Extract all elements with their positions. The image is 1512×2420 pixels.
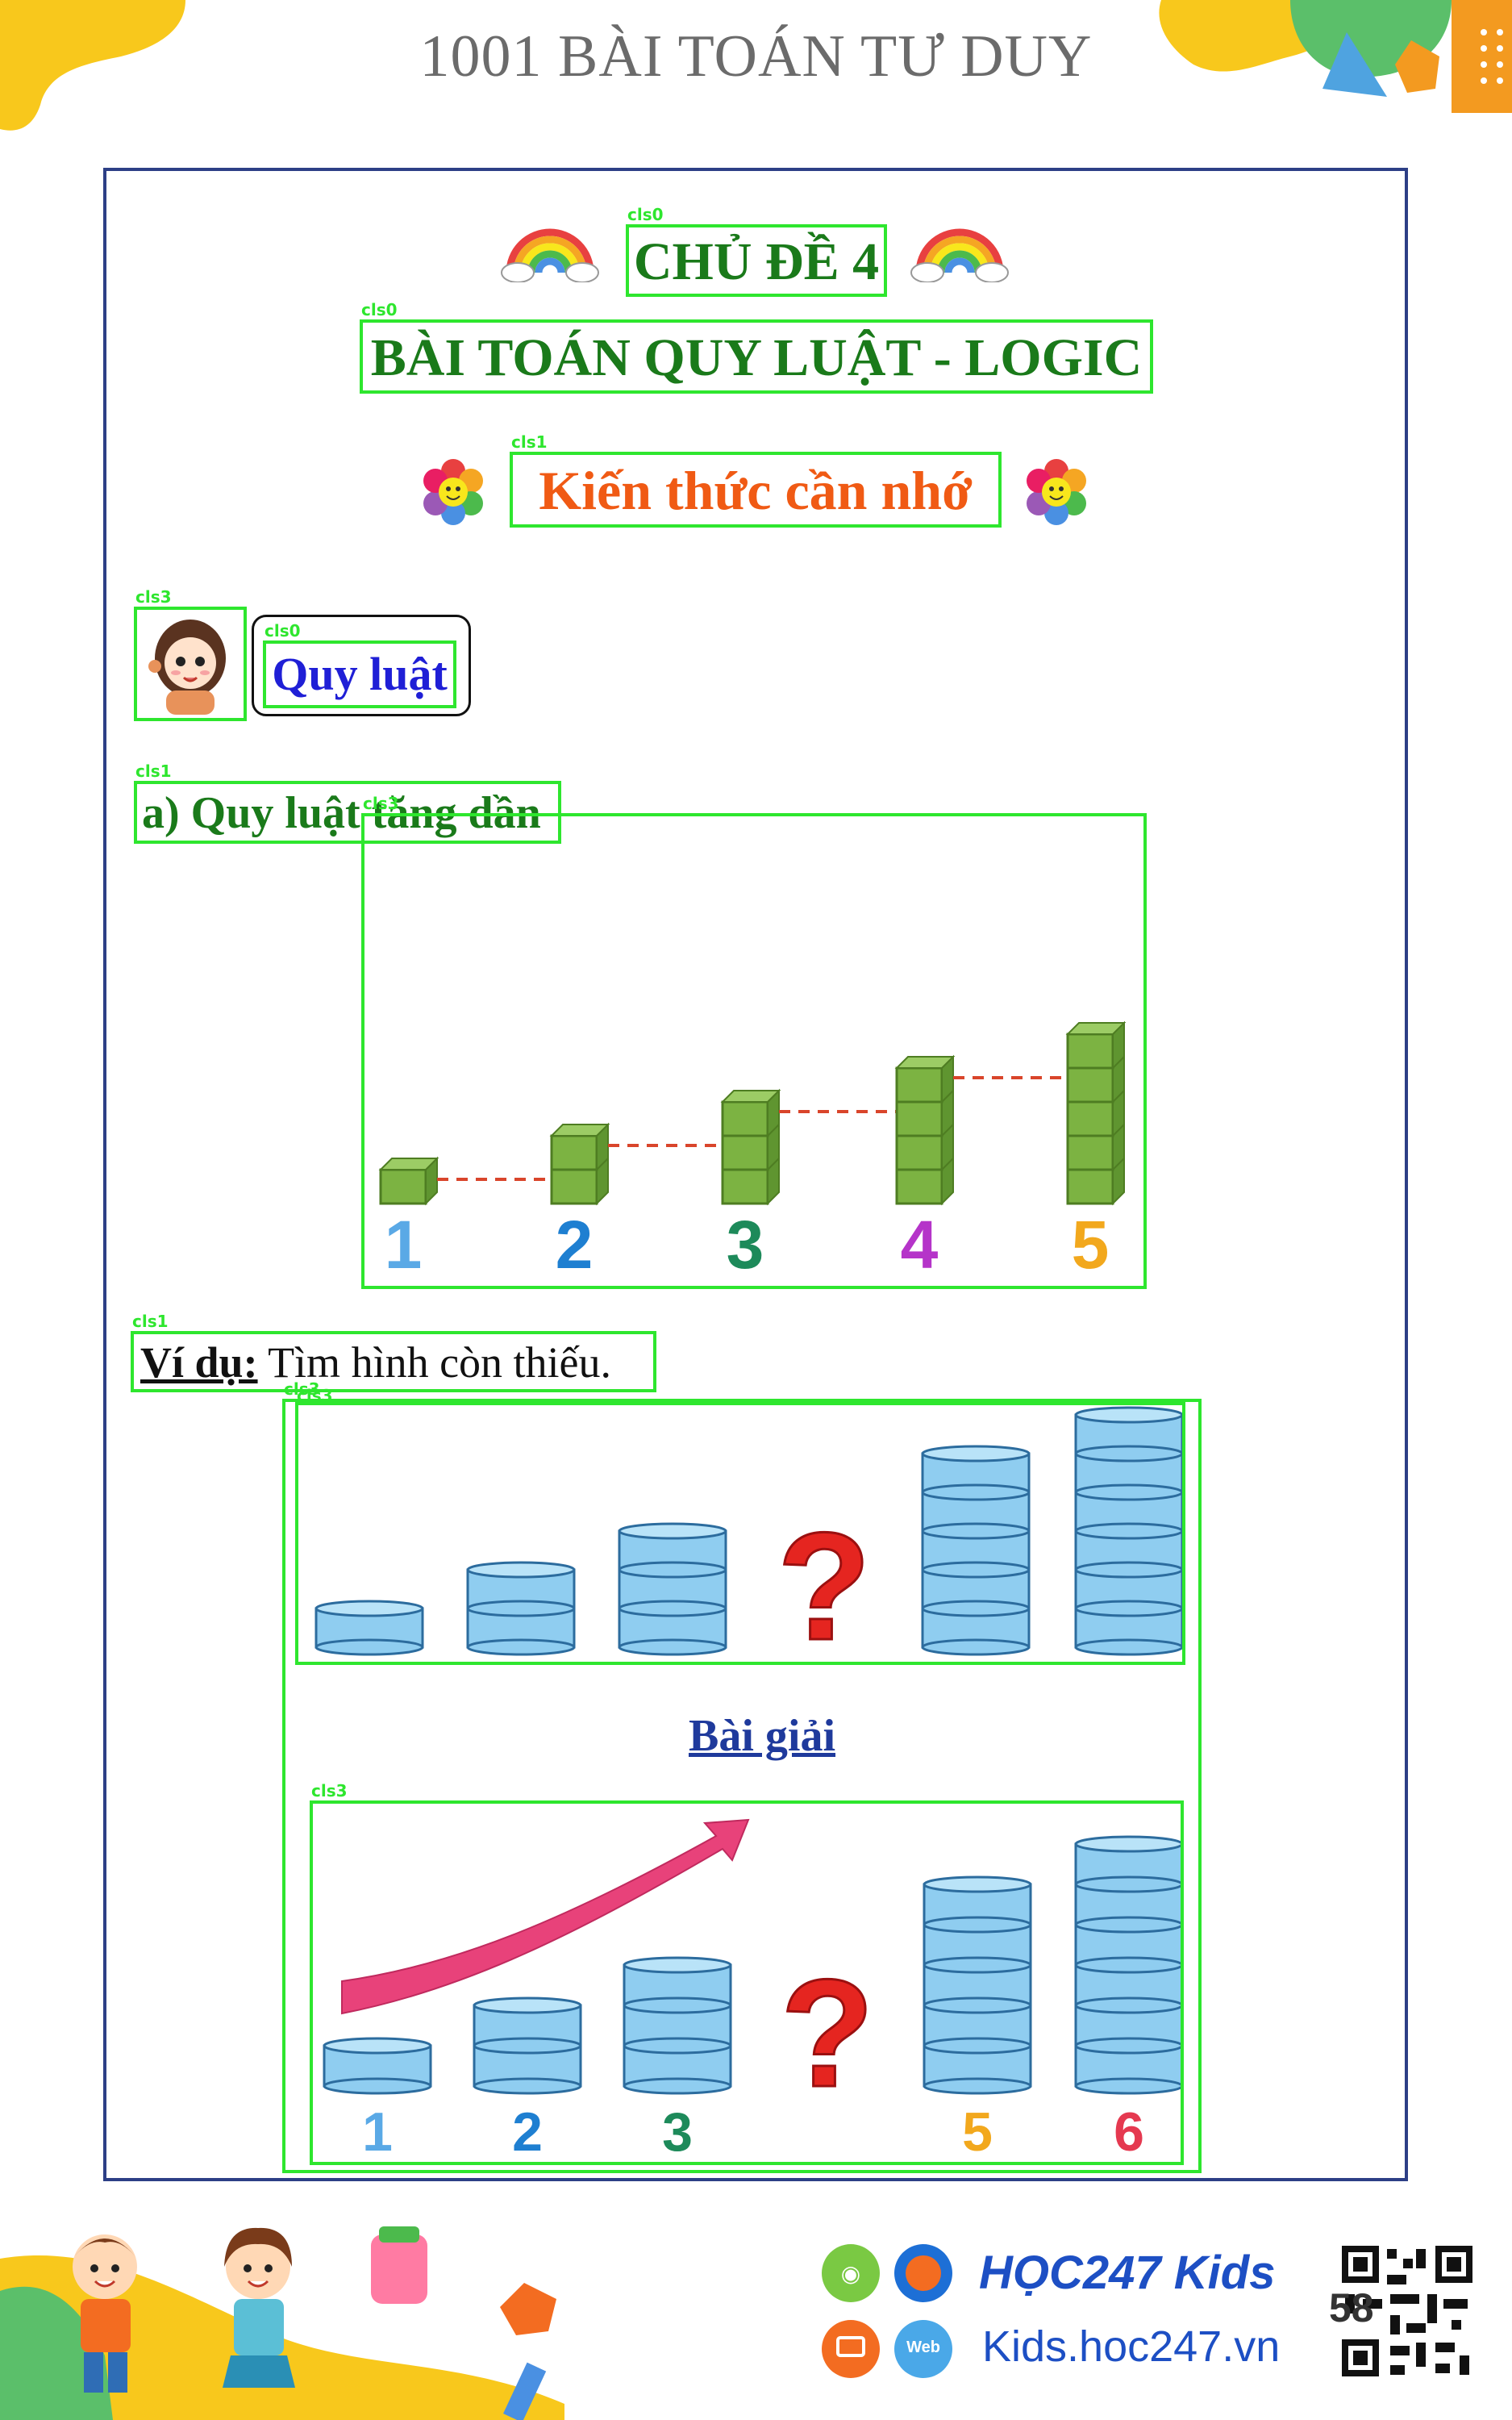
girl-avatar-box: cls3 [134, 587, 247, 721]
stack-number: 1 [385, 1207, 423, 1283]
footer-decoration [0, 2226, 564, 2420]
stack-number: 3 [662, 2101, 693, 2162]
footer-brand[interactable]: HỌC247 Kids [979, 2246, 1275, 2300]
cube-stack [894, 1054, 956, 1206]
web-badge-label: Web [906, 2339, 940, 2356]
annotation-tag: cls0 [264, 621, 301, 640]
chapter-subtitle-box: cls0 BÀI TOÁN QUY LUẬT - LOGIC [360, 300, 1153, 394]
question-mark-icon: ? [781, 1948, 874, 2119]
stack-number: 4 [901, 1207, 939, 1283]
pentagon-icon [500, 2283, 556, 2335]
disc-stack [473, 1996, 582, 2095]
example-prompt: Ví dụ: Tìm hình còn thiếu. [134, 1334, 653, 1391]
annotation-tag: cls3 [297, 1386, 333, 1405]
rainbow-icon [501, 228, 599, 282]
cube-figure-box: cls3 1 2 3 4 5 [361, 794, 1147, 1289]
chapter-label-box: cls0 CHỦ ĐỀ 4 [626, 205, 887, 297]
annotation-tag: cls1 [135, 761, 172, 781]
question-figure: ? [314, 1406, 1184, 1674]
svg-text:◉: ◉ [841, 2261, 860, 2286]
cube-stack [549, 1122, 610, 1206]
disc-stack [323, 2037, 432, 2095]
smiley-flower-icon [423, 459, 483, 525]
backpack-icon [371, 2234, 427, 2304]
question-mark-icon: ? [777, 1501, 871, 1662]
stack-number: 6 [1114, 2101, 1144, 2162]
annotation-tag: cls1 [132, 1312, 169, 1331]
annotation-tag: cls0 [627, 205, 664, 224]
disc-stack [923, 1876, 1032, 2095]
stack-number: 3 [727, 1207, 764, 1283]
rainbow-icon [910, 228, 1009, 282]
disc-stack [618, 1522, 727, 1656]
girl-illustration [223, 2227, 295, 2388]
solution-figure: 1 2 3? 5 6 [323, 1818, 1184, 2163]
chapter-label: CHỦ ĐỀ 4 [633, 232, 880, 291]
rule-heading-box: cls0 Quy luật [263, 621, 456, 708]
page-number: 58 [1329, 2285, 1374, 2330]
annotation-tag: cls3 [135, 587, 172, 607]
desktop-icon [822, 2320, 880, 2378]
platform-icons: ◉ [822, 2244, 952, 2378]
knowledge-heading: Kiến thức cần nhớ [539, 460, 973, 521]
stack-number: 1 [362, 2101, 393, 2162]
stack-number: 2 [556, 1207, 594, 1283]
cube-stack [720, 1088, 781, 1206]
cube-stack [1065, 1020, 1127, 1206]
disc-stack [623, 1956, 732, 2095]
annotation-tag: cls3 [363, 794, 399, 813]
girl-avatar [148, 620, 226, 715]
chapter-subtitle: BÀI TOÁN QUY LUẬT - LOGIC [370, 328, 1143, 387]
annotation-tag: cls3 [311, 1781, 348, 1800]
disc-stack [1074, 1835, 1184, 2095]
cube-figure: 1 2 3 4 5 [378, 1020, 1127, 1283]
page-header-title: 1001 BÀI TOÁN TƯ DUY [419, 23, 1093, 90]
example-box: cls1 Ví dụ: Tìm hình còn thiếu. [131, 1312, 656, 1392]
rule-heading: Quy luật [272, 648, 448, 700]
knowledge-heading-box: cls1 Kiến thức cần nhớ [510, 432, 1002, 528]
disc-stack [466, 1561, 576, 1656]
disc-stack [1074, 1406, 1184, 1656]
smiley-flower-icon [1027, 459, 1086, 525]
disc-stack [314, 1600, 424, 1656]
stack-number: 5 [962, 2101, 993, 2162]
example-label: Ví dụ: [140, 1338, 258, 1387]
question-figure-box: cls3 ? [295, 1386, 1185, 1674]
stack-number: 2 [512, 2101, 543, 2162]
annotation-tag: cls1 [511, 432, 548, 452]
cube-stack [378, 1156, 439, 1206]
annotation-tag: cls0 [361, 300, 398, 319]
solution-heading: Bài giải [688, 1711, 836, 1761]
solution-figure-box: cls3 1 2 3? 5 6 [310, 1781, 1184, 2165]
stack-number: 5 [1072, 1207, 1110, 1283]
disc-stack [921, 1445, 1031, 1656]
footer-url[interactable]: Kids.hoc247.vn [982, 2322, 1280, 2372]
